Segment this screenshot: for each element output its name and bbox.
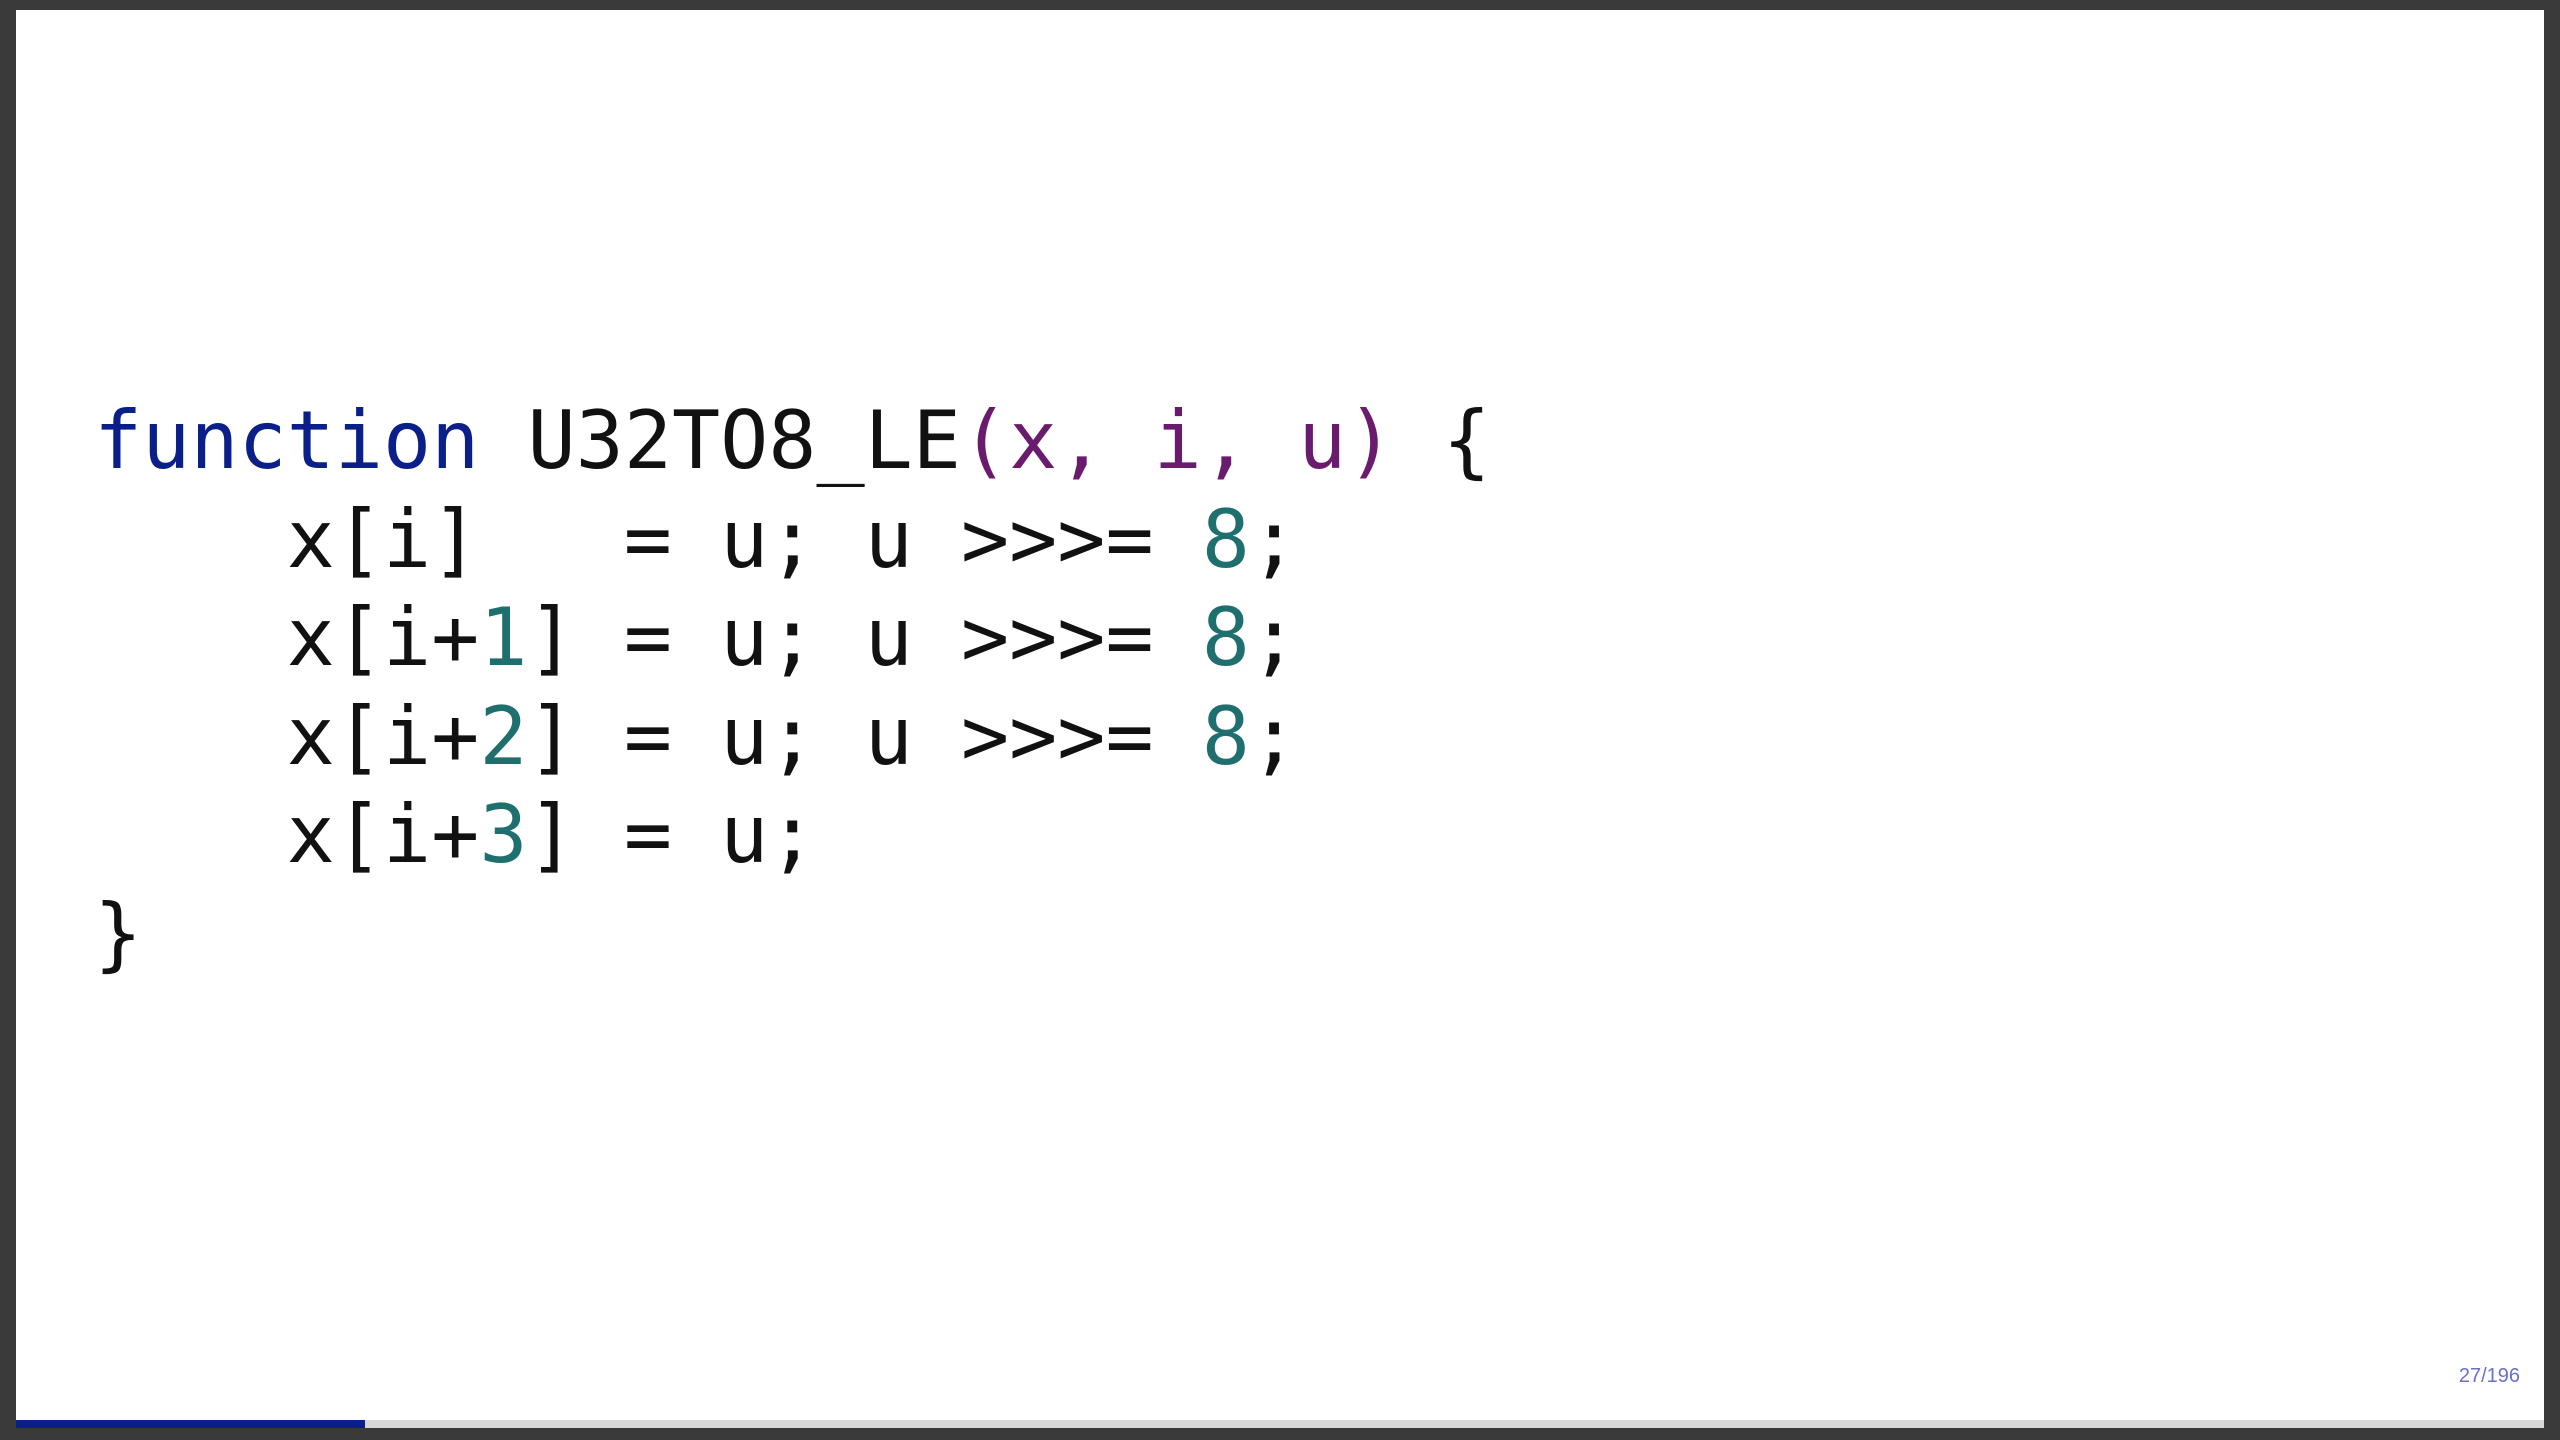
code-token: 2 — [479, 689, 528, 783]
progress-bar[interactable] — [16, 1420, 2544, 1428]
code-line: function U32TO8_LE(x, i, u) { — [94, 392, 1491, 491]
progress-bar-fill — [16, 1420, 365, 1428]
code-token: 1 — [479, 591, 528, 684]
code-line: x[i] = u; u >>>= 8; — [94, 491, 1491, 590]
code-line: x[i+2] = u; u >>>= 8; — [94, 688, 1491, 787]
code-token: 3 — [479, 788, 528, 881]
code-token: x[i+ — [94, 788, 480, 881]
code-token: x[i+ — [94, 591, 480, 684]
code-token: U32TO8_LE — [527, 394, 961, 487]
slide: function U32TO8_LE(x, i, u) { x[i] = u; … — [16, 10, 2544, 1428]
code-token: { — [1394, 394, 1491, 487]
code-token: 8 — [1201, 689, 1250, 783]
presentation-window: function U32TO8_LE(x, i, u) { x[i] = u; … — [0, 0, 2560, 1440]
code-line: x[i+1] = u; u >>>= 8; — [94, 589, 1491, 688]
code-token: x[i] = u; u >>>= — [94, 492, 1202, 586]
code-token: (x, i, u) — [960, 394, 1395, 487]
code-token: ] = u; u >>>= — [527, 689, 1202, 783]
slide-counter: 27/196 — [2458, 1365, 2520, 1387]
code-token: x[i+ — [94, 689, 480, 783]
code-line: x[i+3] = u; — [94, 786, 1491, 885]
code-token: ] = u; — [527, 788, 817, 881]
code-block: function U32TO8_LE(x, i, u) { x[i] = u; … — [94, 392, 1491, 983]
code-token: } — [94, 886, 143, 980]
code-line: } — [94, 885, 1491, 984]
code-token: ; — [1249, 492, 1299, 586]
code-token: ] = u; u >>>= — [527, 591, 1202, 684]
code-token: ; — [1249, 591, 1299, 684]
code-token: 8 — [1201, 591, 1250, 684]
code-token: function — [94, 394, 480, 487]
code-token: 8 — [1201, 492, 1250, 586]
code-token: ; — [1249, 689, 1299, 783]
